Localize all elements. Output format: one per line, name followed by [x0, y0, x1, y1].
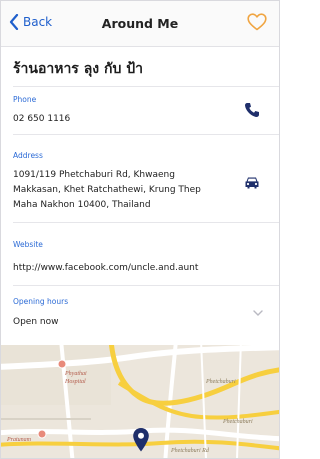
app-screen: Back Around Me ร้านอาหาร ลุง กับ ป้า Pho… — [0, 0, 280, 459]
divider — [13, 285, 279, 286]
address-label: Address — [13, 151, 43, 160]
map-view[interactable]: Phyathai Hospital Pratunam Phetchaburi P… — [1, 345, 279, 458]
phone-value[interactable]: 02 650 1116 — [13, 112, 227, 127]
map-road-label: Phetchaburi — [223, 419, 253, 425]
poi-marker-icon[interactable] — [37, 429, 47, 439]
address-line-1[interactable]: 1091/119 Phetchaburi Rd, Khwaeng — [13, 168, 227, 183]
divider — [13, 134, 279, 135]
poi-marker-icon[interactable] — [57, 359, 67, 369]
phone-label: Phone — [13, 95, 37, 104]
place-details-card: ร้านอาหาร ลุง กับ ป้า Phone 02 650 1116 … — [1, 47, 279, 345]
car-icon[interactable] — [243, 174, 261, 192]
page-title: Around Me — [101, 16, 179, 31]
map-poi-label: Phyathai — [65, 371, 87, 377]
hours-label: Opening hours — [13, 297, 69, 306]
website-link[interactable]: http://www.facebook.com/uncle.and.aunt — [13, 261, 273, 276]
divider — [13, 86, 279, 87]
hours-value: Open now — [13, 317, 59, 327]
map-pin-icon[interactable] — [132, 427, 150, 453]
address-line-3[interactable]: Maha Nakhon 10400, Thailand — [13, 198, 227, 213]
chevron-down-icon[interactable] — [253, 309, 263, 317]
heart-icon[interactable] — [247, 13, 267, 31]
map-road-label: Phetchaburi — [206, 379, 236, 385]
map-road-label: Phetchaburi Rd — [171, 448, 209, 454]
address-line-2[interactable]: Makkasan, Khet Ratchathewi, Krung Thep — [13, 183, 227, 198]
navigation-bar: Back Around Me — [1, 1, 279, 47]
map-poi-label: Pratunam — [7, 437, 31, 443]
map-poi-label: Hospital — [65, 379, 86, 385]
place-name: ร้านอาหาร ลุง กับ ป้า — [13, 61, 143, 77]
website-label: Website — [13, 240, 43, 249]
divider — [13, 222, 279, 223]
phone-icon[interactable] — [243, 101, 261, 119]
